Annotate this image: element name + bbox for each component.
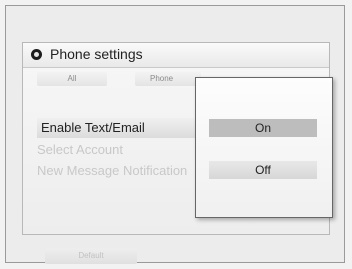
page-title: Phone settings	[50, 46, 143, 62]
menu-item-enable-text-email[interactable]: Enable Text/Email	[37, 118, 195, 138]
menu-item-select-account: Select Account	[37, 142, 123, 157]
tab-bar: All Phone	[31, 72, 201, 86]
settings-dot-icon	[31, 49, 42, 60]
menu-item-new-message-notification: New Message Notification	[37, 163, 188, 178]
option-on[interactable]: On	[209, 119, 317, 137]
default-button[interactable]: Default	[45, 248, 137, 264]
on-off-popup: On Off	[195, 77, 333, 218]
tab-all[interactable]: All	[37, 72, 107, 86]
option-off[interactable]: Off	[209, 161, 317, 179]
tab-phone[interactable]: Phone	[135, 72, 201, 86]
screen-header: Phone settings	[23, 43, 329, 68]
